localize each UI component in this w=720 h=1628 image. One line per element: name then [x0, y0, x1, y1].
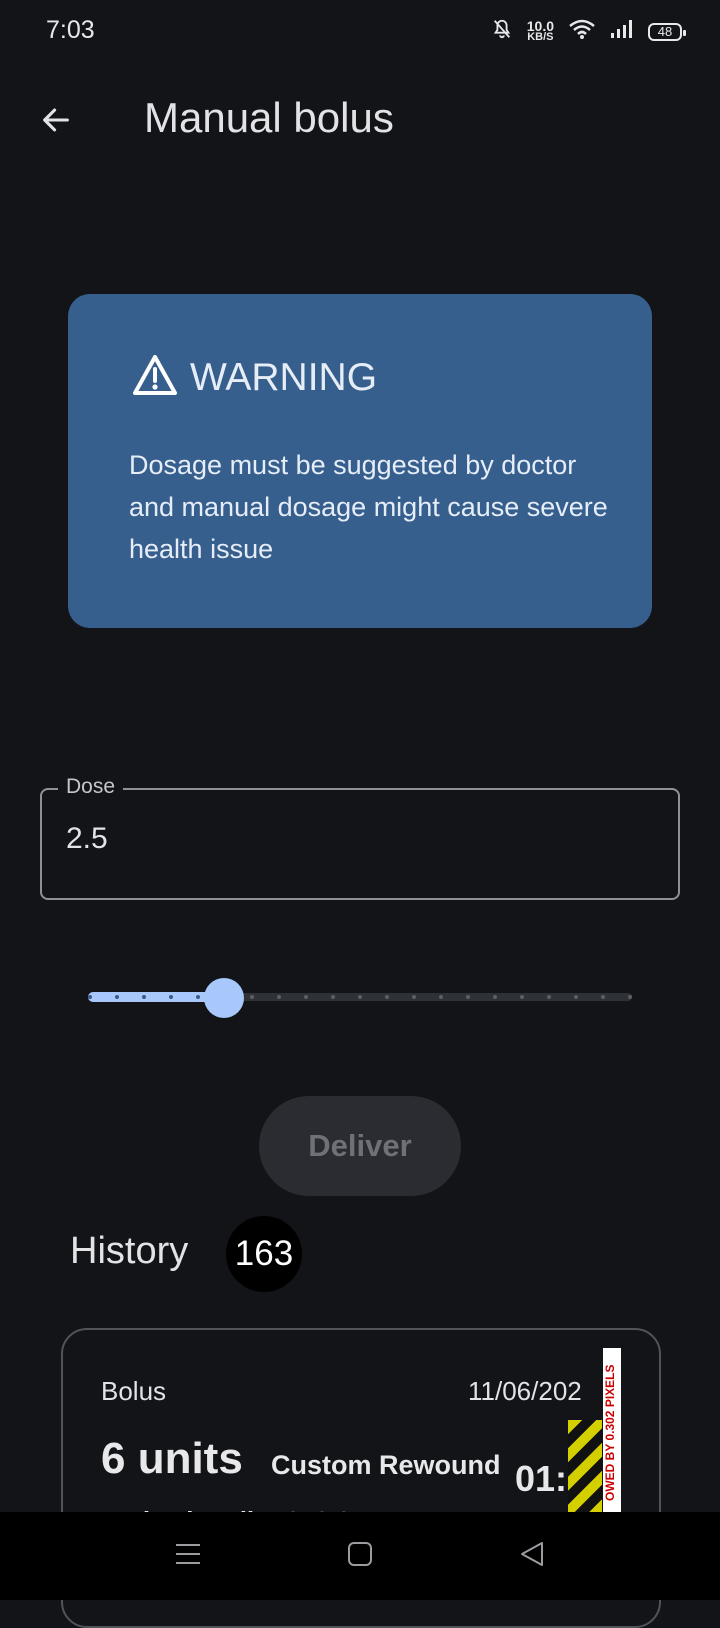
status-bar: 7:03 10.0 KB/S 48 — [0, 0, 720, 64]
menu-icon — [175, 1542, 201, 1571]
back-button[interactable] — [30, 96, 82, 148]
arrow-back-icon — [39, 103, 73, 142]
entry-type: Bolus — [101, 1376, 167, 1406]
slider-tick — [88, 995, 92, 999]
slider-tick — [115, 995, 119, 999]
warning-title: WARNING — [190, 355, 378, 399]
history-count-badge: 163 — [226, 1216, 302, 1292]
slider-tick — [385, 995, 389, 999]
wifi-icon — [568, 18, 596, 45]
warning-icon — [132, 354, 178, 401]
navigation-bar — [0, 1512, 720, 1600]
slider-tick — [601, 995, 605, 999]
entry-units: 6 units — [101, 1434, 243, 1483]
slider-tick — [574, 995, 578, 999]
overflow-stripe — [568, 1420, 602, 1520]
slider-tick — [196, 995, 200, 999]
slider-tick — [439, 995, 443, 999]
back-nav-button[interactable] — [510, 1534, 554, 1578]
slider-tick — [304, 995, 308, 999]
overflow-notice: OWED BY 0.302 PIXELS — [603, 1348, 621, 1518]
slider-tick — [412, 995, 416, 999]
signal-icon — [610, 19, 634, 44]
slider-tick — [250, 995, 254, 999]
dose-input[interactable]: 2.5 — [66, 822, 108, 856]
entry-date: 11/06/202 — [468, 1376, 582, 1406]
slider-thumb[interactable] — [204, 978, 244, 1018]
app-bar: Manual bolus — [0, 80, 720, 160]
slider-tick — [628, 995, 632, 999]
warning-message: Dosage must be suggested by doctor and m… — [129, 450, 608, 564]
status-time: 7:03 — [46, 16, 95, 44]
home-square-icon — [347, 1541, 373, 1572]
back-triangle-icon — [519, 1541, 545, 1572]
slider-tick — [277, 995, 281, 999]
page-title: Manual bolus — [144, 94, 394, 141]
menu-button[interactable] — [166, 1534, 210, 1578]
warning-header: WARNING — [132, 354, 377, 401]
deliver-button[interactable]: Deliver — [259, 1096, 461, 1196]
slider-tick — [169, 995, 173, 999]
battery-icon: 48 — [648, 22, 686, 41]
dose-label: Dose — [58, 775, 124, 799]
slider-tick — [520, 995, 524, 999]
slider-tick — [493, 995, 497, 999]
network-speed: 10.0 KB/S — [526, 17, 554, 43]
dose-slider[interactable] — [88, 978, 632, 1018]
dose-field[interactable]: Dose 2.5 — [40, 775, 680, 900]
home-button[interactable] — [338, 1534, 382, 1578]
slider-tick — [466, 995, 470, 999]
status-icons: 10.0 KB/S 48 — [491, 17, 686, 45]
slider-tick — [547, 995, 551, 999]
history-title: History — [70, 1230, 189, 1272]
slider-tick — [142, 995, 146, 999]
slider-tick — [358, 995, 362, 999]
entry-label: Custom Rewound — [271, 1450, 501, 1480]
warning-card: WARNING Dosage must be suggested by doct… — [68, 294, 652, 628]
slider-tick — [331, 995, 335, 999]
bell-off-icon — [491, 18, 513, 45]
